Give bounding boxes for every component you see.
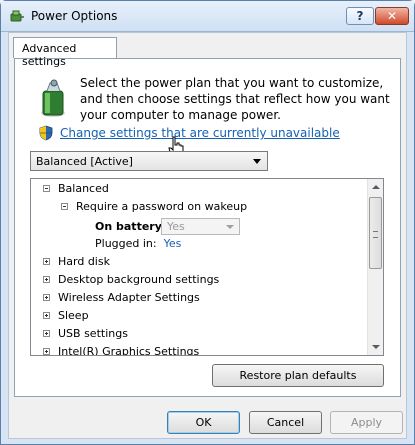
tree-item-label: Desktop background settings: [58, 272, 220, 286]
power-options-icon: [10, 10, 24, 22]
chevron-down-icon: [253, 159, 261, 164]
tree-item-label: Wireless Adapter Settings: [58, 290, 200, 304]
settings-tree: Balanced Require a password on wakeup On…: [30, 178, 384, 356]
tree-item-label: USB settings: [58, 326, 128, 340]
expand-icon[interactable]: [43, 257, 50, 265]
plugged-in-row: Plugged in: Yes: [95, 234, 181, 252]
cancel-button[interactable]: Cancel: [249, 411, 322, 434]
tree-item-usb-settings[interactable]: USB settings: [43, 324, 128, 342]
close-button[interactable]: ✕: [375, 7, 409, 25]
tree-item-label: Hard disk: [58, 254, 110, 268]
tree-item-label: Intel(R) Graphics Settings: [58, 344, 200, 356]
expand-icon[interactable]: [43, 311, 50, 319]
tree-item-sleep[interactable]: Sleep: [43, 306, 89, 324]
on-battery-label: On battery:: [95, 219, 167, 233]
scroll-down-arrow-icon[interactable]: [368, 339, 383, 355]
power-plan-value: Balanced [Active]: [36, 155, 133, 168]
ok-button[interactable]: OK: [167, 411, 240, 434]
title-bar: Power Options ? ✕: [1, 1, 414, 32]
help-button[interactable]: ?: [346, 7, 374, 25]
change-settings-link[interactable]: Change settings that are currently unava…: [60, 126, 340, 140]
tree-item-label: Sleep: [58, 308, 89, 322]
expand-icon[interactable]: [43, 347, 50, 355]
tree-item-label: Balanced: [58, 181, 109, 195]
tree-item-wireless-adapter[interactable]: Wireless Adapter Settings: [43, 288, 200, 306]
scroll-up-arrow-icon[interactable]: [368, 179, 383, 195]
on-battery-row: On battery:: [95, 217, 166, 235]
restore-plan-defaults-button[interactable]: Restore plan defaults: [212, 364, 384, 387]
collapse-icon[interactable]: [43, 184, 50, 192]
tab-advanced-settings[interactable]: Advanced settings: [13, 37, 117, 68]
plugged-in-label: Plugged in:: [95, 236, 157, 250]
tree-item-desktop-background[interactable]: Desktop background settings: [43, 270, 219, 288]
tree-item-balanced[interactable]: Balanced: [43, 179, 109, 197]
uac-shield-icon: [39, 125, 53, 141]
tree-item-hard-disk[interactable]: Hard disk: [43, 252, 110, 270]
on-battery-value: Yes: [167, 220, 185, 233]
scrollbar-thumb[interactable]: [369, 197, 382, 269]
plugged-in-value[interactable]: Yes: [164, 237, 182, 250]
tree-item-require-password[interactable]: Require a password on wakeup: [61, 197, 247, 215]
expand-icon[interactable]: [43, 329, 50, 337]
battery-plan-icon: [41, 79, 65, 117]
tree-scrollbar[interactable]: [367, 179, 383, 355]
window-title: Power Options: [31, 9, 118, 23]
collapse-icon[interactable]: [61, 202, 68, 210]
tree-item-intel-graphics[interactable]: Intel(R) Graphics Settings: [43, 342, 200, 356]
tree-item-label: Require a password on wakeup: [76, 199, 248, 213]
on-battery-select[interactable]: Yes: [161, 218, 240, 235]
expand-icon[interactable]: [43, 293, 50, 301]
power-plan-dropdown[interactable]: Balanced [Active]: [30, 151, 268, 171]
change-settings-row: Change settings that are currently unava…: [39, 125, 340, 141]
expand-icon[interactable]: [43, 275, 50, 283]
apply-button[interactable]: Apply: [330, 411, 403, 434]
chevron-down-icon: [226, 225, 234, 229]
intro-text: Select the power plan that you want to c…: [80, 76, 390, 122]
